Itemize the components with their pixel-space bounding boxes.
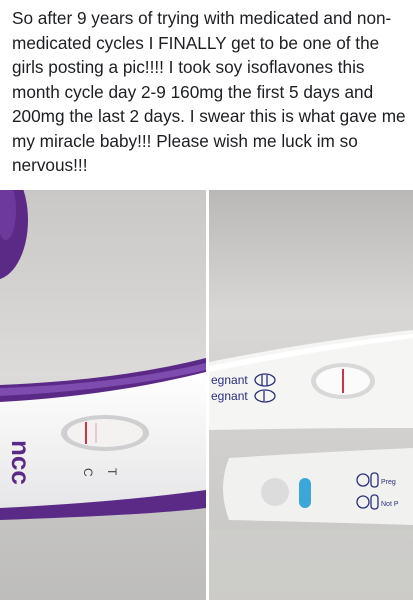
label-c: C	[81, 468, 95, 477]
post-text: So after 9 years of trying with medicate…	[12, 8, 406, 175]
legend-key-2: Not P	[381, 501, 399, 508]
legend-line-2: egnant	[211, 389, 248, 403]
legend-key-1: Preg	[381, 479, 396, 486]
legend-line-1: egnant	[211, 373, 248, 387]
label-t: T	[105, 468, 119, 476]
pregnancy-test-photo-right: egnant egnant Preg Not P	[209, 190, 413, 600]
photo-grid[interactable]: ncc C T egnant egnant Preg Not P	[0, 190, 413, 600]
photo-right[interactable]: egnant egnant Preg Not P	[209, 190, 413, 600]
pregnancy-test-photo-left: ncc C T	[0, 190, 206, 600]
brand-text: ncc	[6, 440, 36, 485]
photo-left[interactable]: ncc C T	[0, 190, 206, 600]
